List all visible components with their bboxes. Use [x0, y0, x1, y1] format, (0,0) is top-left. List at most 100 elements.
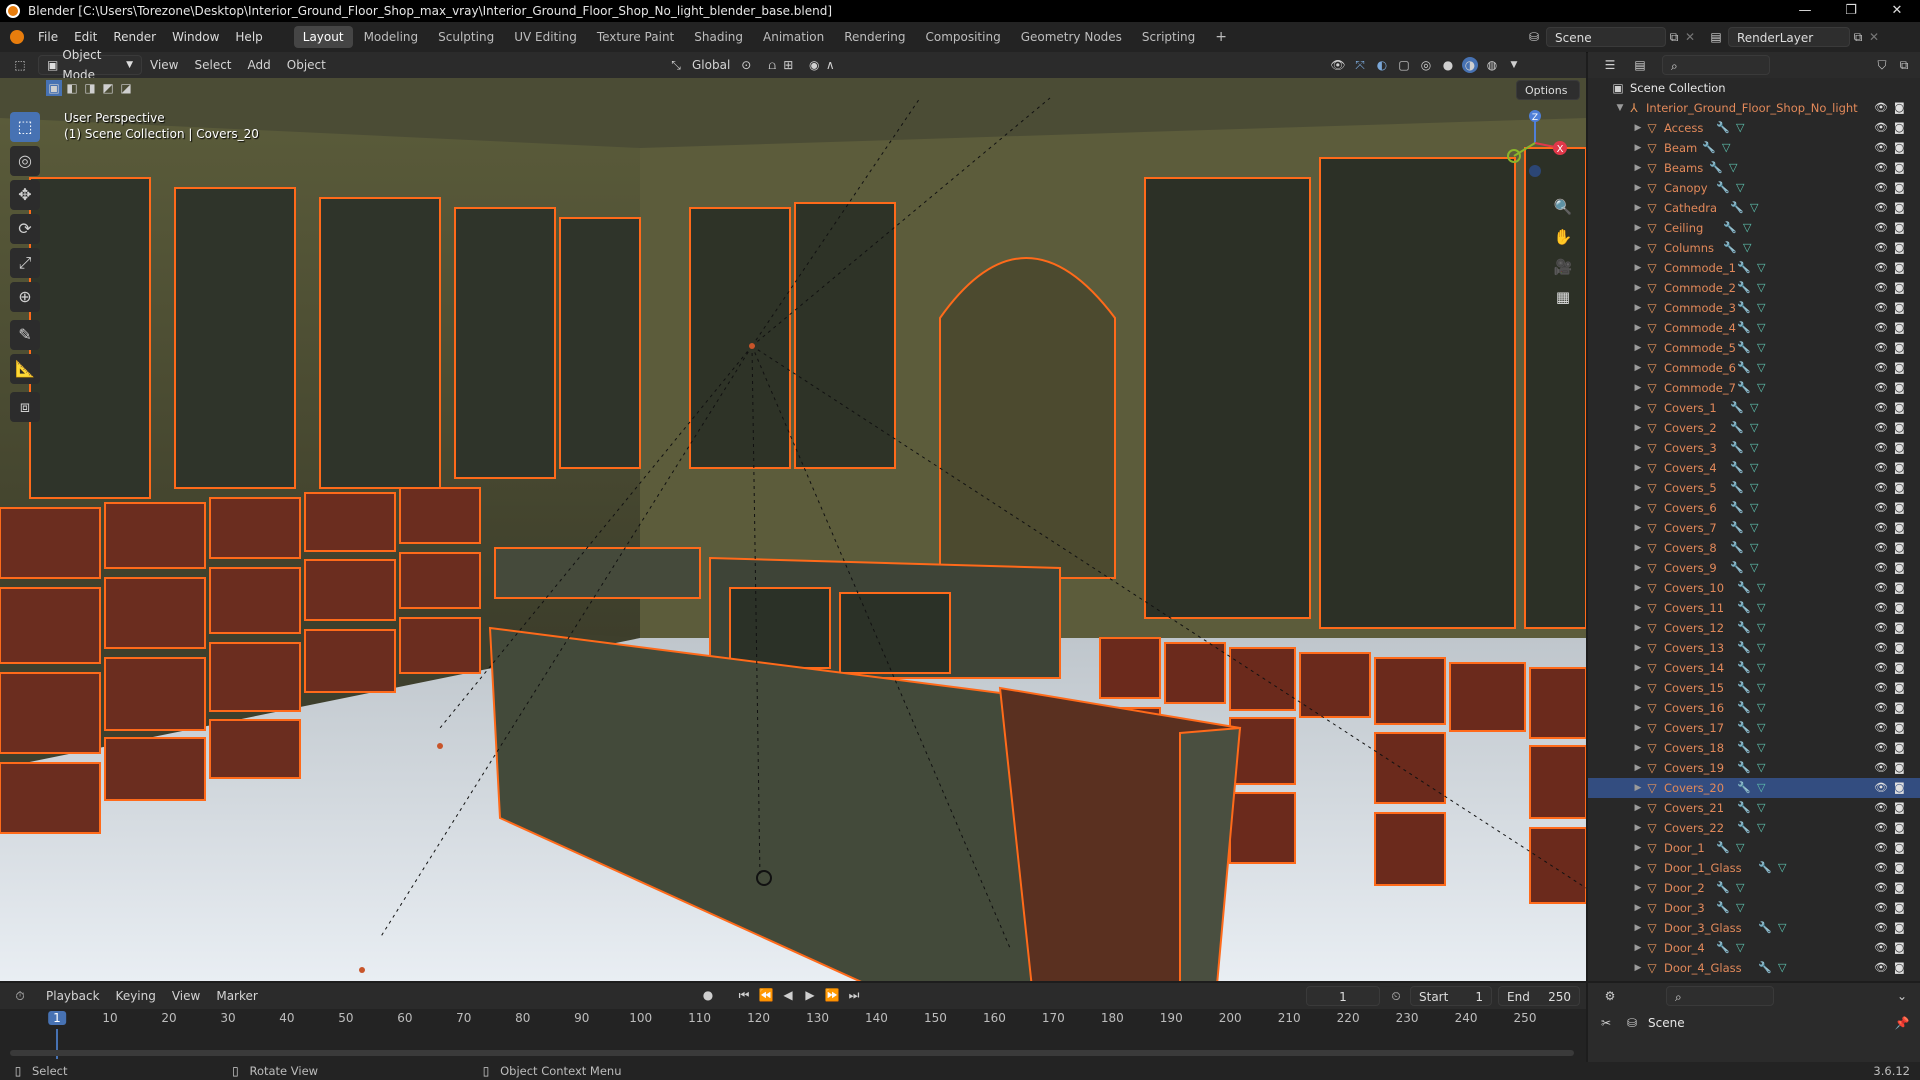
outliner-item[interactable]: ▶ ▽ Covers_18 🔧 ▽ 👁 ◙ — [1588, 738, 1920, 758]
modifier-wrench-icon[interactable]: 🔧 — [1716, 938, 1730, 958]
modifier-wrench-icon[interactable]: 🔧 — [1723, 218, 1737, 238]
end-frame-field[interactable]: End 250 — [1498, 986, 1580, 1006]
select-box-tool-icon[interactable]: ⬚ — [10, 112, 40, 142]
modifier-wrench-icon[interactable]: 🔧 — [1730, 438, 1744, 458]
snap-icon[interactable]: ⩍ — [764, 57, 780, 73]
outliner-search-input[interactable]: ⌕ — [1662, 55, 1770, 75]
modifier-wrench-icon[interactable]: 🔧 — [1737, 638, 1751, 658]
filter-icon[interactable]: ⛉ — [1874, 57, 1890, 73]
outliner-item[interactable]: ▶ ▽ Covers_11 🔧 ▽ 👁 ◙ — [1588, 598, 1920, 618]
outliner-item[interactable]: ▶ ▽ Covers_20 🔧 ▽ 👁 ◙ — [1588, 778, 1920, 798]
scale-tool-icon[interactable]: ⤢ — [10, 248, 40, 278]
outliner-item[interactable]: ▶ ▽ Ceiling 🔧 ▽ 👁 ◙ — [1588, 218, 1920, 238]
eye-icon[interactable]: 👁 — [1874, 458, 1888, 478]
camera-icon[interactable]: ◙ — [1894, 618, 1905, 638]
outliner-item[interactable]: ▶ ▽ Covers_22 🔧 ▽ 👁 ◙ — [1588, 818, 1920, 838]
eye-icon[interactable]: 👁 — [1874, 238, 1888, 258]
tab-uv-editing[interactable]: UV Editing — [505, 26, 586, 48]
move-tool-icon[interactable]: ✥ — [10, 180, 40, 210]
eye-icon[interactable]: 👁 — [1874, 498, 1888, 518]
proportional-edit-icon[interactable]: ◉ — [806, 57, 822, 73]
eye-icon[interactable]: 👁 — [1874, 258, 1888, 278]
jump-end-icon[interactable]: ⏭ — [846, 987, 862, 1003]
modifier-wrench-icon[interactable]: 🔧 — [1716, 878, 1730, 898]
expand-triangle-icon[interactable]: ▶ — [1632, 558, 1644, 578]
expand-triangle-icon[interactable]: ▶ — [1632, 798, 1644, 818]
mode-selector[interactable]: ▣ Object Mode ▼ — [38, 48, 142, 82]
mesh-data-icon[interactable]: ▽ — [1750, 438, 1758, 458]
outliner-item[interactable]: ▶ ▽ Covers_21 🔧 ▽ 👁 ◙ — [1588, 798, 1920, 818]
mesh-data-icon[interactable]: ▽ — [1736, 878, 1744, 898]
modifier-wrench-icon[interactable]: 🔧 — [1730, 458, 1744, 478]
mesh-data-icon[interactable]: ▽ — [1750, 498, 1758, 518]
outliner-item[interactable]: ▶ ▽ Commode_4 🔧 ▽ 👁 ◙ — [1588, 318, 1920, 338]
modifier-wrench-icon[interactable]: 🔧 — [1723, 238, 1737, 258]
timeline-menu-view[interactable]: View — [164, 983, 208, 1009]
mesh-data-icon[interactable]: ▽ — [1757, 318, 1765, 338]
expand-triangle-icon[interactable]: ▶ — [1632, 938, 1644, 958]
select-invert-icon[interactable]: ◩ — [100, 80, 116, 96]
pin-icon[interactable]: 📌 — [1894, 1015, 1910, 1031]
expand-triangle-icon[interactable]: ▶ — [1632, 298, 1644, 318]
expand-triangle-icon[interactable]: ▶ — [1632, 658, 1644, 678]
modifier-wrench-icon[interactable]: 🔧 — [1758, 958, 1772, 978]
timeline-menu-playback[interactable]: Playback — [38, 983, 108, 1009]
modifier-wrench-icon[interactable]: 🔧 — [1737, 278, 1751, 298]
eye-icon[interactable]: 👁 — [1874, 98, 1888, 118]
blender-menu-icon[interactable] — [10, 30, 24, 44]
modifier-wrench-icon[interactable]: 🔧 — [1730, 518, 1744, 538]
outliner-item[interactable]: ▶ ▽ Commode_1 🔧 ▽ 👁 ◙ — [1588, 258, 1920, 278]
camera-icon[interactable]: ◙ — [1894, 198, 1905, 218]
prev-keyframe-icon[interactable]: ⏪ — [758, 987, 774, 1003]
expand-triangle-icon[interactable]: ▶ — [1632, 638, 1644, 658]
mesh-data-icon[interactable]: ▽ — [1750, 558, 1758, 578]
rotate-tool-icon[interactable]: ⟳ — [10, 214, 40, 244]
next-keyframe-icon[interactable]: ⏩ — [824, 987, 840, 1003]
mesh-data-icon[interactable]: ▽ — [1757, 358, 1765, 378]
zoom-icon[interactable]: 🔍 — [1550, 194, 1576, 220]
add-workspace-button[interactable]: + — [1206, 26, 1236, 48]
tab-scripting[interactable]: Scripting — [1133, 26, 1204, 48]
mesh-data-icon[interactable]: ▽ — [1743, 218, 1751, 238]
modifier-wrench-icon[interactable]: 🔧 — [1737, 578, 1751, 598]
tab-compositing[interactable]: Compositing — [916, 26, 1009, 48]
modifier-wrench-icon[interactable]: 🔧 — [1758, 918, 1772, 938]
snap-target-icon[interactable]: ⊞ — [780, 57, 796, 73]
outliner-item[interactable]: ▶ ▽ Door_1 🔧 ▽ 👁 ◙ — [1588, 838, 1920, 858]
tab-sculpting[interactable]: Sculpting — [429, 26, 503, 48]
camera-icon[interactable]: ◙ — [1894, 858, 1905, 878]
outliner-item[interactable]: ▶ ▽ Covers_17 🔧 ▽ 👁 ◙ — [1588, 718, 1920, 738]
outliner-item[interactable]: ▶ ▽ Covers_4 🔧 ▽ 👁 ◙ — [1588, 458, 1920, 478]
mesh-data-icon[interactable]: ▽ — [1757, 378, 1765, 398]
mesh-data-icon[interactable]: ▽ — [1736, 118, 1744, 138]
transform-tool-icon[interactable]: ⊕ — [10, 282, 40, 312]
mesh-data-icon[interactable]: ▽ — [1757, 818, 1765, 838]
modifier-wrench-icon[interactable]: 🔧 — [1730, 478, 1744, 498]
eye-icon[interactable]: 👁 — [1874, 758, 1888, 778]
mesh-data-icon[interactable]: ▽ — [1736, 178, 1744, 198]
mesh-data-icon[interactable]: ▽ — [1757, 738, 1765, 758]
restore-button[interactable]: ❐ — [1828, 0, 1874, 22]
mesh-data-icon[interactable]: ▽ — [1750, 538, 1758, 558]
start-frame-field[interactable]: Start 1 — [1410, 986, 1492, 1006]
camera-icon[interactable]: ◙ — [1894, 258, 1905, 278]
modifier-wrench-icon[interactable]: 🔧 — [1737, 818, 1751, 838]
expand-triangle-icon[interactable]: ▶ — [1632, 758, 1644, 778]
mesh-data-icon[interactable]: ▽ — [1757, 718, 1765, 738]
mesh-data-icon[interactable]: ▽ — [1757, 638, 1765, 658]
expand-triangle-icon[interactable]: ▶ — [1632, 718, 1644, 738]
mesh-data-icon[interactable]: ▽ — [1750, 518, 1758, 538]
modifier-wrench-icon[interactable]: 🔧 — [1737, 758, 1751, 778]
delete-scene-icon[interactable]: ✕ — [1682, 29, 1698, 45]
eye-icon[interactable]: 👁 — [1874, 538, 1888, 558]
camera-icon[interactable]: ◙ — [1894, 298, 1905, 318]
modifier-wrench-icon[interactable]: 🔧 — [1737, 298, 1751, 318]
rendered-shading-icon[interactable]: ◍ — [1484, 57, 1500, 73]
camera-icon[interactable]: ◙ — [1894, 778, 1905, 798]
modifier-wrench-icon[interactable]: 🔧 — [1716, 118, 1730, 138]
eye-icon[interactable]: 👁 — [1874, 818, 1888, 838]
camera-icon[interactable]: ◙ — [1894, 598, 1905, 618]
expand-triangle-icon[interactable]: ▶ — [1632, 158, 1644, 178]
eye-icon[interactable]: 👁 — [1874, 938, 1888, 958]
renderlayer-icon[interactable]: ▤ — [1708, 29, 1724, 45]
